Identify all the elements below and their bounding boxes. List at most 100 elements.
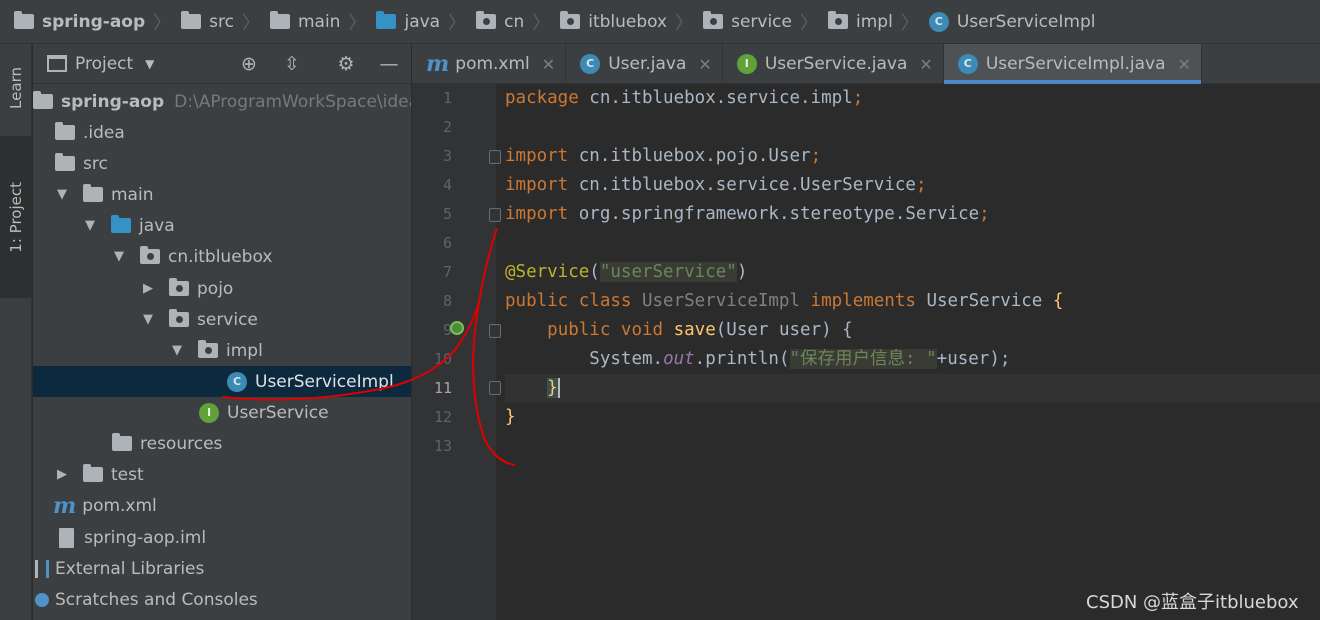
chevron-right-icon: 〉 xyxy=(153,12,172,34)
tree-item-spring-aop-iml[interactable]: spring-aop.iml xyxy=(33,522,411,553)
breadcrumb-item-service[interactable]: service 〉 xyxy=(703,0,828,44)
tab-project[interactable]: 1: Project xyxy=(0,136,32,298)
tree-item-service[interactable]: ▼ service xyxy=(33,304,411,335)
token-method: save xyxy=(673,320,716,340)
tree-item-spring-aop[interactable]: spring-aop D:\AProgramWorkSpace\idea\s xyxy=(33,86,412,117)
breadcrumb-label: src xyxy=(209,11,234,32)
code-line-9: public void save(User user) { xyxy=(505,316,1320,345)
tree-item-label: .idea xyxy=(83,122,125,143)
chevron-right-icon[interactable]: ▶ xyxy=(141,281,155,296)
resources-folder-icon xyxy=(112,433,132,451)
tree-item-label: src xyxy=(83,153,108,174)
tab-pom-xml[interactable]: m pom.xml ✕ xyxy=(412,44,567,84)
implements-method-icon[interactable] xyxy=(450,321,464,335)
breadcrumb-label: main xyxy=(297,11,341,32)
close-icon[interactable]: ✕ xyxy=(1178,55,1191,74)
chevron-down-icon[interactable]: ▼ xyxy=(55,187,69,202)
line-number: 8 xyxy=(442,292,452,310)
tree-item-resources[interactable]: resources xyxy=(33,428,411,459)
breadcrumb-item-spring-aop[interactable]: spring-aop 〉 xyxy=(14,0,181,44)
chevron-down-icon[interactable]: ▼ xyxy=(112,249,126,264)
token-punct: ; xyxy=(852,88,864,108)
line-number: 9 xyxy=(442,321,452,339)
fold-marker-icon[interactable] xyxy=(489,324,501,338)
token-brace-matched: } xyxy=(547,378,560,398)
scratches-icon xyxy=(35,592,49,607)
tree-item-pojo[interactable]: ▶ pojo xyxy=(33,273,411,304)
class-icon: C xyxy=(957,54,978,74)
tree-item-main[interactable]: ▼ main xyxy=(33,179,411,210)
tree-item-label: Scratches and Consoles xyxy=(55,589,258,610)
project-view-selector[interactable]: Project xyxy=(75,54,133,74)
tab-userservice-java[interactable]: I UserService.java ✕ xyxy=(723,44,944,84)
breadcrumb-item-java[interactable]: java 〉 xyxy=(376,0,476,44)
token-rest: +user); xyxy=(936,349,1011,369)
breadcrumb-label: service xyxy=(731,11,792,32)
maven-icon: m xyxy=(53,492,77,519)
chevron-right-icon: 〉 xyxy=(448,12,467,34)
tree-item-test[interactable]: ▶ test xyxy=(33,459,411,490)
tree-item-path: D:\AProgramWorkSpace\idea\s xyxy=(174,91,412,112)
token-string: "userService" xyxy=(599,262,737,282)
code-line-12: } xyxy=(505,403,1320,432)
package-icon xyxy=(828,11,848,29)
tree-item-cn-itbluebox[interactable]: ▼ cn.itbluebox xyxy=(33,241,411,272)
chevron-down-icon[interactable]: ▼ xyxy=(83,218,97,233)
project-window-icon xyxy=(47,55,67,72)
breadcrumb-item-src[interactable]: src 〉 xyxy=(181,0,270,44)
tree-item-userservice[interactable]: I UserService xyxy=(33,397,411,428)
tree-item-scratches[interactable]: Scratches and Consoles xyxy=(33,584,411,615)
tree-item-idea[interactable]: .idea xyxy=(33,117,411,148)
package-icon xyxy=(169,278,189,296)
chevron-right-icon: 〉 xyxy=(532,12,551,34)
tree-item-pom-xml[interactable]: m pom.xml xyxy=(33,490,411,521)
close-icon[interactable]: ✕ xyxy=(919,55,932,74)
line-number: 12 xyxy=(433,408,452,426)
tree-item-label: service xyxy=(197,309,258,330)
fold-marker-icon[interactable] xyxy=(489,381,501,395)
fold-marker-icon[interactable] xyxy=(489,150,501,164)
tree-item-external-libraries[interactable]: External Libraries xyxy=(33,553,411,584)
breadcrumb-item-main[interactable]: main 〉 xyxy=(269,0,376,44)
package-icon xyxy=(703,11,724,29)
tree-item-label: UserService xyxy=(227,402,329,423)
token-annotation: @Service xyxy=(505,262,590,282)
chevron-down-icon[interactable]: ▼ xyxy=(145,57,154,71)
chevron-down-icon[interactable]: ▼ xyxy=(170,343,184,358)
locate-icon[interactable]: ⊕ xyxy=(238,53,260,75)
source-folder-icon xyxy=(111,215,131,233)
package-icon xyxy=(169,309,189,327)
token-package: org.springframework.stereotype. xyxy=(578,204,906,224)
tab-user-java[interactable]: C User.java ✕ xyxy=(566,44,723,84)
code-editor[interactable]: 1 2 3 4 5 6 7 8 9 10 11 12 13 package cn… xyxy=(412,84,1320,620)
chevron-right-icon[interactable]: ▶ xyxy=(55,467,69,482)
code-line-8: public class UserServiceImpl implements … xyxy=(505,287,1320,316)
close-icon[interactable]: ✕ xyxy=(542,55,555,74)
tree-item-java[interactable]: ▼ java xyxy=(33,210,411,241)
gear-icon[interactable]: ⚙ xyxy=(335,53,357,75)
fold-marker-icon[interactable] xyxy=(489,208,501,222)
token-brace: { xyxy=(1042,291,1064,311)
breadcrumb-item-itbluebox[interactable]: itbluebox 〉 xyxy=(560,0,703,44)
line-number: 13 xyxy=(433,437,452,455)
minimize-icon[interactable]: — xyxy=(378,53,400,75)
chevron-down-icon[interactable]: ▼ xyxy=(141,312,155,327)
tab-learn[interactable]: Learn xyxy=(0,50,32,126)
breadcrumb-item-impl[interactable]: impl 〉 xyxy=(828,0,929,44)
breadcrumb-item-userserviceimpl[interactable]: C UserServiceImpl xyxy=(928,0,1095,44)
breadcrumb-item-cn[interactable]: cn 〉 xyxy=(476,0,560,44)
breadcrumb-label: impl xyxy=(856,11,893,32)
folder-icon xyxy=(269,11,290,29)
tab-userserviceimpl-java[interactable]: C UserServiceImpl.java ✕ xyxy=(943,44,1202,84)
tree-item-label: spring-aop.iml xyxy=(84,527,207,548)
tree-item-impl[interactable]: ▼ impl xyxy=(33,335,411,366)
tree-item-userserviceimpl[interactable]: C UserServiceImpl xyxy=(33,366,411,397)
collapse-all-icon[interactable]: ⇳ xyxy=(281,53,303,75)
line-number: 2 xyxy=(442,118,452,136)
folder-icon xyxy=(55,153,75,171)
tab-learn-label: Learn xyxy=(7,67,25,109)
tree-item-src[interactable]: src xyxy=(33,148,411,179)
close-icon[interactable]: ✕ xyxy=(698,55,711,74)
